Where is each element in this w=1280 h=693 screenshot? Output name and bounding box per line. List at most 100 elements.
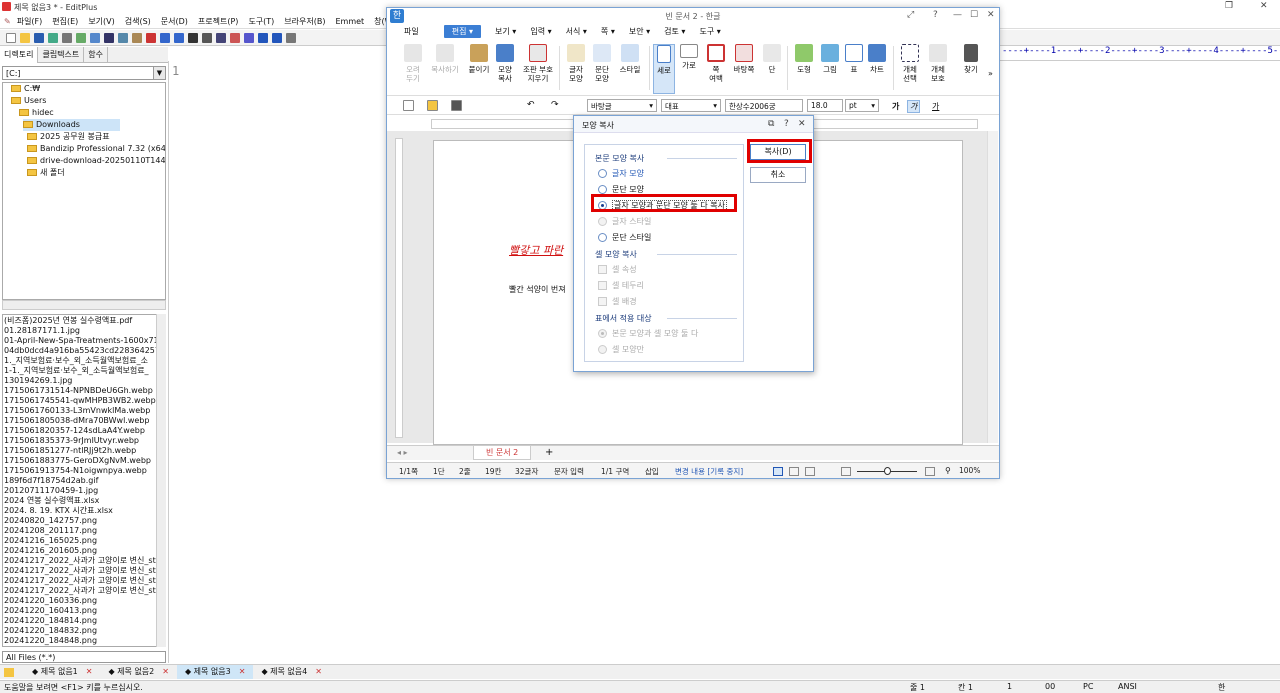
picture-button[interactable]: 그림 xyxy=(817,44,843,74)
restore-icon[interactable]: ❐ xyxy=(1225,1,1233,11)
file-list-item[interactable]: 20241220_160336.png xyxy=(4,596,97,606)
menu-tools[interactable]: 도구(T) xyxy=(248,16,274,27)
file-list-item[interactable]: 1715061820357-124sdLaA4Y.webp xyxy=(4,426,145,436)
file-list[interactable]: (비즈폼)2025년 연봉 실수령액표.pdf 01.28187171.1.jpg… xyxy=(2,314,166,647)
shape-button[interactable]: 도형 xyxy=(791,44,817,74)
minimize-icon[interactable]: ⧉ xyxy=(768,119,774,129)
font-select[interactable]: 한상수2006궁 xyxy=(725,99,803,112)
style-button[interactable]: 스타일 xyxy=(615,44,645,74)
file-list-item[interactable]: 1715061805038-dMra70BWwl.webp xyxy=(4,416,149,426)
tree-item[interactable]: C:₩ xyxy=(11,83,40,95)
cut-icon[interactable] xyxy=(104,32,114,43)
minimize-icon[interactable]: — xyxy=(953,10,962,20)
file-list-item[interactable]: 1715061913754-N1oigwnpya.webp xyxy=(4,466,147,476)
fullscreen-icon[interactable]: ⤢ xyxy=(907,10,914,20)
replace-icon[interactable] xyxy=(202,32,212,43)
tab-directory[interactable]: 디렉토리 xyxy=(0,46,39,63)
menu-review[interactable]: 검토 ▾ xyxy=(664,26,685,37)
file-list-item[interactable]: 130194269.1.jpg xyxy=(4,376,72,386)
tree-item[interactable]: Users xyxy=(11,95,46,107)
redo-icon[interactable] xyxy=(174,32,184,43)
close-icon[interactable]: ✕ xyxy=(987,10,995,20)
file-list-item[interactable]: 1715061745541-qwMHPB3WB2.webp xyxy=(4,396,156,406)
zoom-in-icon[interactable] xyxy=(925,467,935,476)
menu-page[interactable]: 쪽 ▾ xyxy=(601,26,615,37)
open-folder-icon[interactable] xyxy=(20,32,30,43)
menu-file[interactable]: 파일 xyxy=(404,26,419,37)
menu-project[interactable]: 프로젝트(P) xyxy=(198,16,239,27)
delete-icon[interactable] xyxy=(146,32,156,43)
paste-button[interactable]: 붙이기 xyxy=(465,44,493,74)
chevron-down-icon[interactable]: ▼ xyxy=(153,67,165,79)
radio-char-shape[interactable]: 글자 모양 xyxy=(598,168,644,179)
radio-body-and-cell[interactable]: 본문 모양과 셀 모양 둘 다 xyxy=(598,328,698,339)
cut-button[interactable]: 오려 두기 xyxy=(399,44,427,83)
file-list-item[interactable]: 20241216_165025.png xyxy=(4,536,97,546)
file-list-item[interactable]: 01-April-New-Spa-Treatments-1600x711.jp xyxy=(4,336,165,346)
find-button[interactable]: 찾기 xyxy=(959,44,983,74)
ribbon-more-icon[interactable]: » xyxy=(988,69,993,78)
view-normal-icon[interactable] xyxy=(773,467,783,476)
select-object-button[interactable]: 개체 선택 xyxy=(897,44,923,83)
save-all-icon[interactable] xyxy=(48,32,58,43)
protect-object-button[interactable]: 개체 보호 xyxy=(925,44,951,83)
menu-view[interactable]: 보기 ▾ xyxy=(495,26,516,37)
radio-para-style[interactable]: 문단 스타일 xyxy=(598,232,651,243)
new-file-icon[interactable] xyxy=(6,32,16,43)
checkbox-cell-bg[interactable]: 셀 배경 xyxy=(598,296,637,307)
file-list-item[interactable]: 1715061851277-ntlRJj9t2h.webp xyxy=(4,446,136,456)
file-list-item[interactable]: 20241217_2022_사과가 고양이로 변신_sto xyxy=(4,556,161,566)
file-list-item[interactable]: 20240820_142757.png xyxy=(4,516,97,526)
file-list-item[interactable]: 1715061835373-9rJmlUtvyr.webp xyxy=(4,436,139,446)
file-list-item[interactable]: 20241220_184814.png xyxy=(4,616,97,626)
menu-security[interactable]: 보안 ▾ xyxy=(629,26,650,37)
vertical-ruler[interactable] xyxy=(395,138,403,438)
tab-functions[interactable]: 함수 xyxy=(84,46,108,63)
directory-tree[interactable]: C:₩ Users hidec Downloads 2025 공무원 봉급표 B… xyxy=(2,82,166,300)
master-page-button[interactable]: 바탕쪽 xyxy=(729,44,759,74)
undo-icon[interactable] xyxy=(160,32,170,43)
bold-button[interactable]: 가 xyxy=(892,101,899,112)
menu-search[interactable]: 검색(S) xyxy=(125,16,151,27)
help-icon[interactable]: ? xyxy=(933,10,938,20)
font-size-input[interactable]: 18.0 xyxy=(807,99,843,112)
tree-item[interactable]: drive-download-20250110T144953 xyxy=(27,155,165,167)
file-list-item[interactable]: 20241217_2022_사과가 고양이로 변신_sto xyxy=(4,576,161,586)
settings-icon[interactable] xyxy=(286,32,296,43)
undo-icon[interactable]: ↶ xyxy=(527,100,535,110)
drive-select[interactable]: [C:] ▼ xyxy=(2,66,166,80)
italic-button[interactable]: 가 xyxy=(907,100,921,113)
file-list-item[interactable]: 1._지역보험료·보수_외_소득월액보험료_소 xyxy=(4,356,148,366)
status-track-changes[interactable]: 변경 내용 [기록 중지] xyxy=(675,466,743,477)
copy-button[interactable]: 복사하기 xyxy=(427,44,463,74)
checkbox-cell-border[interactable]: 셀 테두리 xyxy=(598,280,644,291)
underline-button[interactable]: 가 xyxy=(932,101,939,112)
file-list-item[interactable]: 20241220_160413.png xyxy=(4,606,97,616)
font-icon[interactable] xyxy=(230,32,240,43)
tree-item-selected[interactable]: Downloads xyxy=(23,119,120,131)
file-list-item[interactable]: 20120711170459-1.jpg xyxy=(4,486,98,496)
open-icon[interactable] xyxy=(427,100,438,111)
close-icon[interactable]: ✕ xyxy=(162,667,169,676)
menu-format[interactable]: 서식 ▾ xyxy=(566,26,587,37)
close-icon[interactable]: ✕ xyxy=(315,667,322,676)
tree-hscrollbar[interactable] xyxy=(2,300,166,310)
unit-select[interactable]: pt ▾ xyxy=(845,99,879,112)
menu-file[interactable]: 파일(F) xyxy=(17,16,43,27)
cancel-button[interactable]: 취소 xyxy=(750,167,806,183)
file-list-scrollbar[interactable] xyxy=(156,314,166,647)
copy-icon[interactable] xyxy=(118,32,128,43)
close-icon[interactable]: ✕ xyxy=(798,119,806,129)
file-list-item[interactable]: 1715061883775-GeroDXgNvM.webp xyxy=(4,456,151,466)
file-list-item[interactable]: (비즈폼)2025년 연봉 실수령액표.pdf xyxy=(4,316,132,326)
maximize-icon[interactable]: ☐ xyxy=(970,10,978,20)
help-icon[interactable]: ? xyxy=(784,119,789,129)
menu-browser[interactable]: 브라우저(B) xyxy=(284,16,325,27)
doc-tab-4[interactable]: ◆ 제목 없음4 ✕ xyxy=(253,665,329,679)
preview-icon[interactable] xyxy=(76,32,86,43)
redo-icon[interactable]: ↷ xyxy=(551,100,559,110)
checkbox-cell-attr[interactable]: 셀 속성 xyxy=(598,264,637,275)
file-list-item[interactable]: 1-1._지역보험료·보수_외_소득월액보험료_ xyxy=(4,366,149,376)
find-icon[interactable] xyxy=(188,32,198,43)
clear-codes-button[interactable]: 조판 부호 지우기 xyxy=(521,44,555,83)
